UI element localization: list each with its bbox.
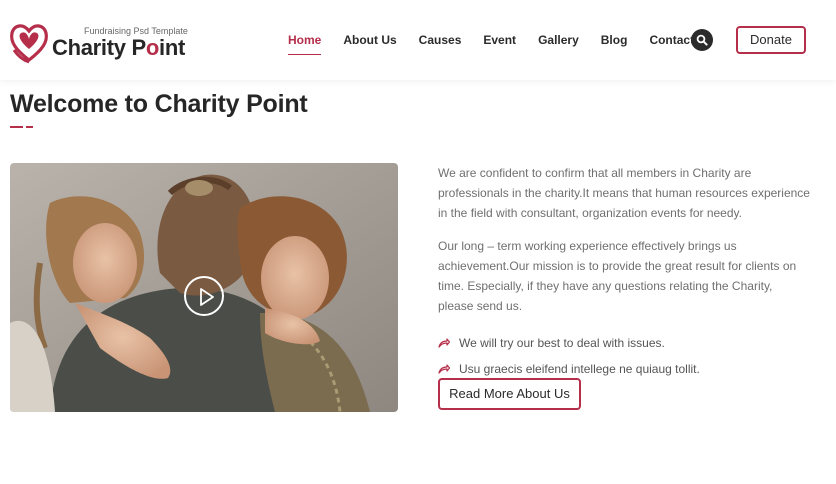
about-paragraph: Our long – term working experience effec… [438,239,797,313]
list-item-text: Usu graecis eleifend intellege ne quiaug… [459,362,700,376]
play-button[interactable] [184,276,224,316]
donate-button[interactable]: Donate [736,26,806,54]
share-arrow-icon [438,364,450,374]
video-thumbnail[interactable] [10,163,398,412]
heart-hands-logo-icon [10,24,48,64]
nav-home[interactable]: Home [288,33,322,55]
site-header: Fundraising Psd Template Charity Point H… [0,0,836,80]
search-icon [696,34,708,46]
logo-name: Charity Point [52,35,186,60]
share-arrow-icon [438,338,450,348]
play-icon [200,288,214,306]
nav-gallery[interactable]: Gallery [538,33,579,49]
read-more-button[interactable]: Read More About Us [438,378,581,410]
nav-contact[interactable]: Contact [649,33,694,49]
search-button[interactable] [691,29,713,51]
about-content: We are confident to confirm that all mem… [438,163,810,385]
nav-blog[interactable]: Blog [601,33,628,49]
list-item: We will try our best to deal with issues… [438,333,810,359]
nav-about-us[interactable]: About Us [343,33,396,49]
list-item-text: We will try our best to deal with issues… [459,336,665,350]
main-nav: Home About Us Causes Event Gallery Blog … [288,33,716,55]
logo[interactable]: Fundraising Psd Template Charity Point [8,20,188,64]
nav-causes[interactable]: Causes [419,33,462,49]
nav-event[interactable]: Event [483,33,516,49]
about-paragraph: We are confident to confirm that all mem… [438,166,810,220]
page-title: Welcome to Charity Point [10,90,308,118]
